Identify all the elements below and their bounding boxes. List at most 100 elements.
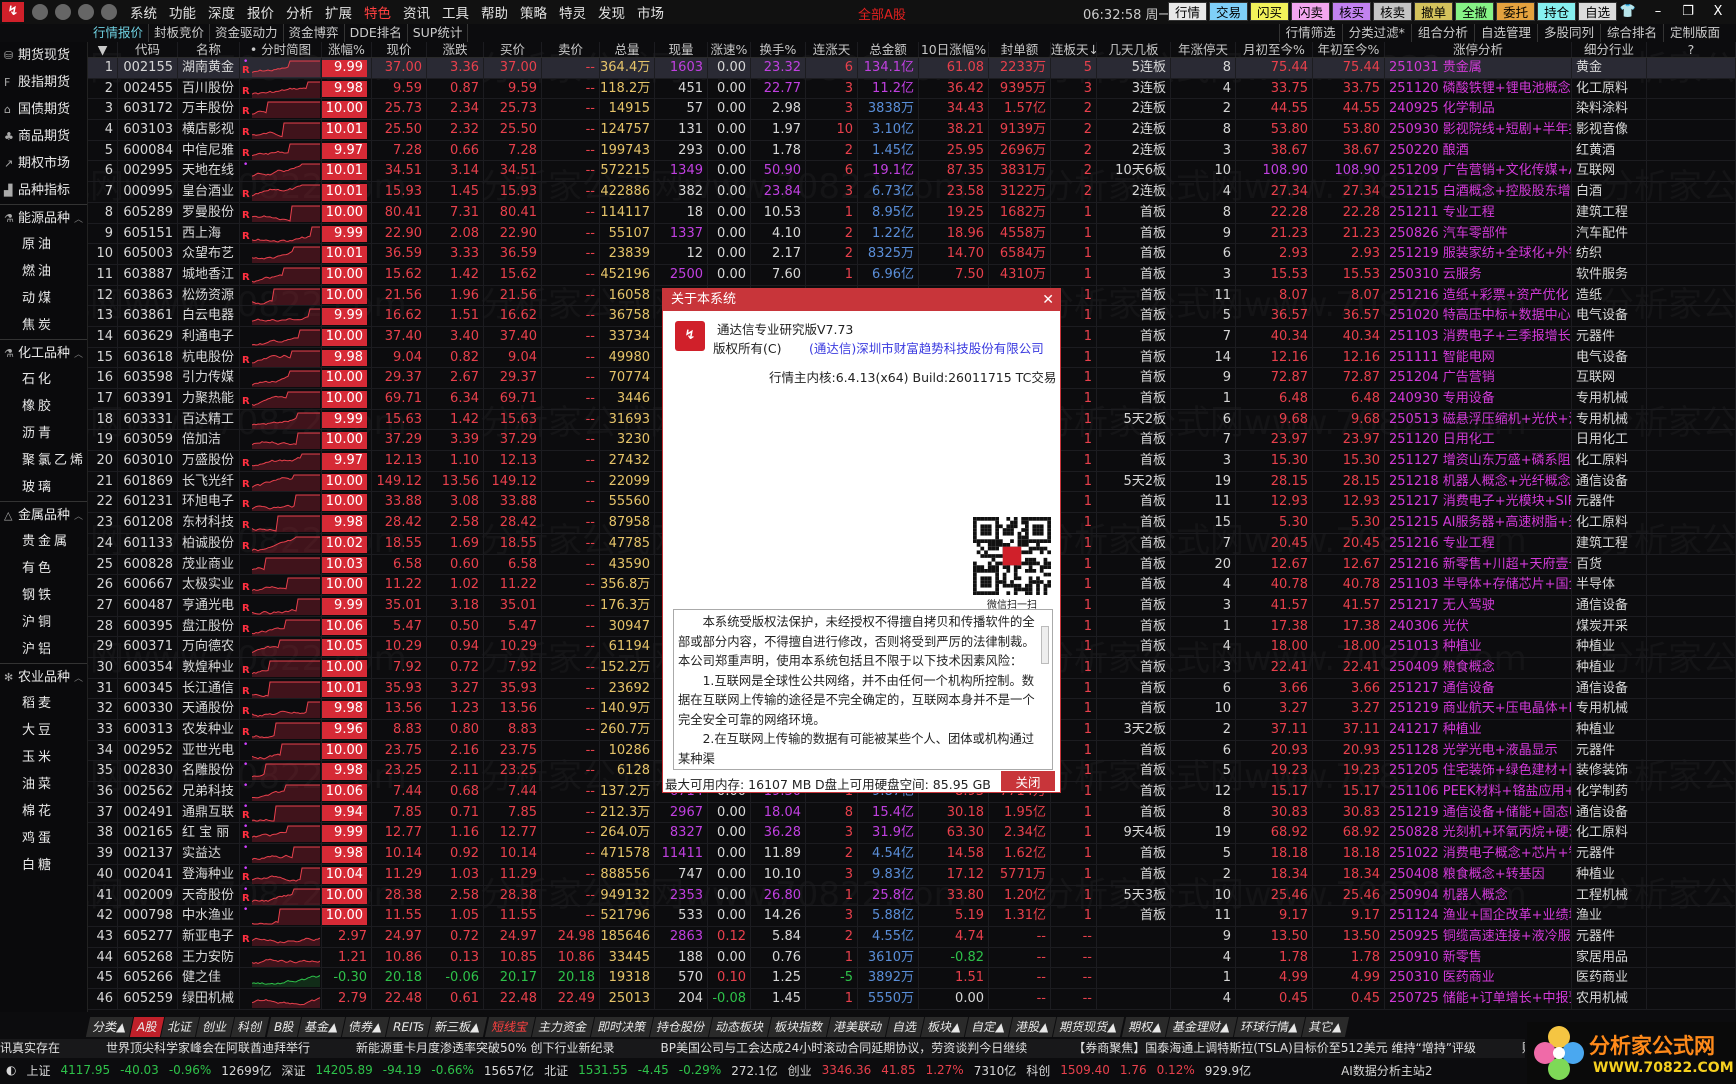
market-tab[interactable]: 自定▲ [964,1017,1013,1037]
chevron-up-icon[interactable]: ︿ [74,350,83,360]
circle-button[interactable] [55,4,71,20]
sidebar-item[interactable]: 棉花 [0,798,87,825]
view-link[interactable]: 多股同列 [1536,24,1600,42]
menu-6[interactable]: 特色 [358,2,397,22]
sidebar-item[interactable]: F 股指期货 [0,69,87,96]
sidebar-item[interactable]: ✻ 农业品种 ︿ [0,663,87,690]
menu-13[interactable]: 市场 [631,2,670,22]
company-link[interactable]: (通达信)深圳市财富趋势科技股份有限公司 [809,338,1044,357]
table-row[interactable]: 9 605151 西上海 R 9.99 22.90 2.08 22.90 -- 55107 1337… [88,223,1736,245]
sidebar-item[interactable]: 橡胶 [0,393,87,420]
toolbar-button[interactable]: 全撤 [1455,2,1495,21]
subtab[interactable]: 封板竞价 [149,24,211,42]
chevron-up-icon[interactable]: ︿ [74,215,83,225]
subtab[interactable]: DDE排名 [345,24,408,42]
market-tab[interactable]: REITs [386,1017,432,1037]
column-header[interactable]: 总量 [600,42,655,57]
view-link[interactable]: 组合分析 [1410,24,1474,42]
close-button[interactable]: 关闭 [1001,771,1055,791]
market-tab[interactable]: 港美联动 [826,1017,889,1037]
market-tab[interactable]: 债券▲ [341,1017,390,1037]
column-header[interactable]: 涨速% [708,42,751,57]
market-tab[interactable]: 北证 [161,1017,200,1037]
column-header[interactable]: 代码 [118,42,178,57]
view-link[interactable]: 行情筛选 [1278,24,1342,42]
column-header[interactable]: 10日涨幅% [919,42,989,57]
sidebar-item[interactable]: ♣ 商品期货 [0,123,87,150]
column-header[interactable]: 细分行业 [1572,42,1647,57]
menu-11[interactable]: 特灵 [553,2,592,22]
market-tab[interactable]: 自选 [885,1017,924,1037]
market-tab[interactable]: 期货现货▲ [1053,1017,1125,1037]
chevron-up-icon[interactable]: ︿ [74,512,83,522]
menu-1[interactable]: 功能 [163,2,202,22]
sidebar-item[interactable]: 动煤 [0,285,87,312]
toolbar-button[interactable]: 核卖 [1373,2,1413,21]
sidebar-item[interactable]: ⚗ 能源品种 ︿ [0,204,87,231]
market-tab[interactable]: 基金理财▲ [1165,1017,1238,1037]
circle-button[interactable] [32,4,48,20]
toolbar-button[interactable]: 核买 [1332,2,1372,21]
news-item[interactable]: 【券商聚焦】国泰海通上调特斯拉(TSLA)目标价至512美元 维持“增持”评级 [1073,1039,1476,1058]
market-tab[interactable]: 分类▲ [85,1017,134,1037]
sidebar-item[interactable]: 原油 [0,231,87,258]
index-name[interactable]: 深证 [281,1062,305,1079]
news-item[interactable]: 世界顶尖科学家峰会在阿联酋迪拜举行 [106,1039,310,1058]
column-header[interactable]: 年涨停天 [1171,42,1236,57]
market-tab[interactable]: 基金▲ [297,1017,346,1037]
column-header[interactable]: 年初至今% [1313,42,1385,57]
server-name[interactable]: AI数据分析主站2 [1341,1062,1432,1079]
news-item[interactable]: BP美国公司与工会达成24小时滚动合同延期协议，劳资谈判今日继续 [661,1039,1028,1058]
toolbar-button[interactable]: 闪买 [1250,2,1290,21]
table-row[interactable]: 5 600084 中信尼雅 R 9.97 7.28 0.66 7.28 -- 199743 293 0… [88,140,1736,162]
sidebar-item[interactable]: 沪铝 [0,636,87,663]
sidebar-item[interactable]: 焦炭 [0,312,87,339]
sidebar-item[interactable]: 稻麦 [0,690,87,717]
column-header[interactable]: 连板天↓ [1051,42,1097,57]
market-tab[interactable]: 即时决策 [590,1017,653,1037]
menu-7[interactable]: 资讯 [397,2,436,22]
column-header[interactable]: ? [1647,42,1736,57]
table-row[interactable]: 46 605259 绿田机械 2.79 22.48 0.61 22.48 22.49 25013… [88,988,1736,1010]
column-header[interactable]: 总金额 [858,42,919,57]
menu-10[interactable]: 策略 [514,2,553,22]
close-icon[interactable]: X [1703,2,1733,21]
table-row[interactable]: 4 603103 横店影视 R 10.01 25.50 2.32 25.50 -- 124757 1… [88,120,1736,141]
sidebar-item[interactable]: △ 金属品种 ︿ [0,501,87,528]
menu-9[interactable]: 帮助 [475,2,514,22]
market-tab[interactable]: 短线宝 [484,1017,535,1037]
toolbar-button[interactable]: 撤单 [1414,2,1454,21]
sidebar-item[interactable]: ▟ 品种指标 [0,177,87,204]
toolbar-button[interactable]: 委托 [1496,2,1536,21]
table-row[interactable]: 2 002455 百川股份 R 9.98 9.59 0.87 9.59 -- 118.2万 451 0… [88,78,1736,100]
sidebar-item[interactable]: ↗ 期权市场 [0,150,87,177]
market-tab[interactable]: 其它▲ [1302,1017,1350,1037]
market-tab[interactable]: 主力资金 [531,1017,594,1037]
market-tab[interactable]: 持仓股份 [649,1017,712,1037]
table-row[interactable]: 10 605003 众望布艺 10.01 36.59 3.33 36.59 -- 23839 12… [88,244,1736,265]
table-row[interactable]: 38 002165 红 宝 丽 • R 9.99 12.77 1.16 12.77 -- 264.0… [88,823,1736,845]
market-tab[interactable]: 创业 [196,1017,235,1037]
subtab[interactable]: 资金驱动力 [210,24,284,42]
market-tab[interactable]: 新三板▲ [428,1017,488,1037]
circle-button[interactable] [78,4,94,20]
column-header[interactable]: 现价 [372,42,427,57]
sidebar-item[interactable]: 石化 [0,366,87,393]
table-row[interactable]: 41 002009 天奇股份 • R 10.00 28.38 2.58 28.38 -- 94913… [88,885,1736,907]
market-tab[interactable]: 动态板块 [708,1017,771,1037]
menu-8[interactable]: 工具 [436,2,475,22]
table-row[interactable]: 6 002995 天地在线 • 10.01 34.51 3.14 34.51 -- 572215 1… [88,161,1736,183]
news-item[interactable]: 财联社2月2日电，美国白宫经济顾问哈 [1522,1039,1525,1058]
table-row[interactable]: 44 605268 王力安防 1.21 10.86 0.13 10.85 10.86 33445… [88,947,1736,969]
sidebar-item[interactable]: 白糖 [0,852,87,879]
menu-12[interactable]: 发现 [592,2,631,22]
sidebar-item[interactable]: 聚氯乙烯 [0,447,87,474]
column-header[interactable]: 几天几板 [1097,42,1171,57]
view-link[interactable]: 分类过滤* [1341,24,1411,42]
column-header[interactable]: • 分时简图 [240,42,322,57]
market-tab[interactable]: 环球行情▲ [1233,1017,1306,1037]
table-row[interactable]: 40 002041 登海种业 • R 10.04 11.29 1.03 11.29 -- 88855… [88,864,1736,886]
sidebar-item[interactable]: 沥青 [0,420,87,447]
column-header[interactable]: ▼ [88,42,118,57]
view-link[interactable]: 综合排名 [1599,24,1663,42]
